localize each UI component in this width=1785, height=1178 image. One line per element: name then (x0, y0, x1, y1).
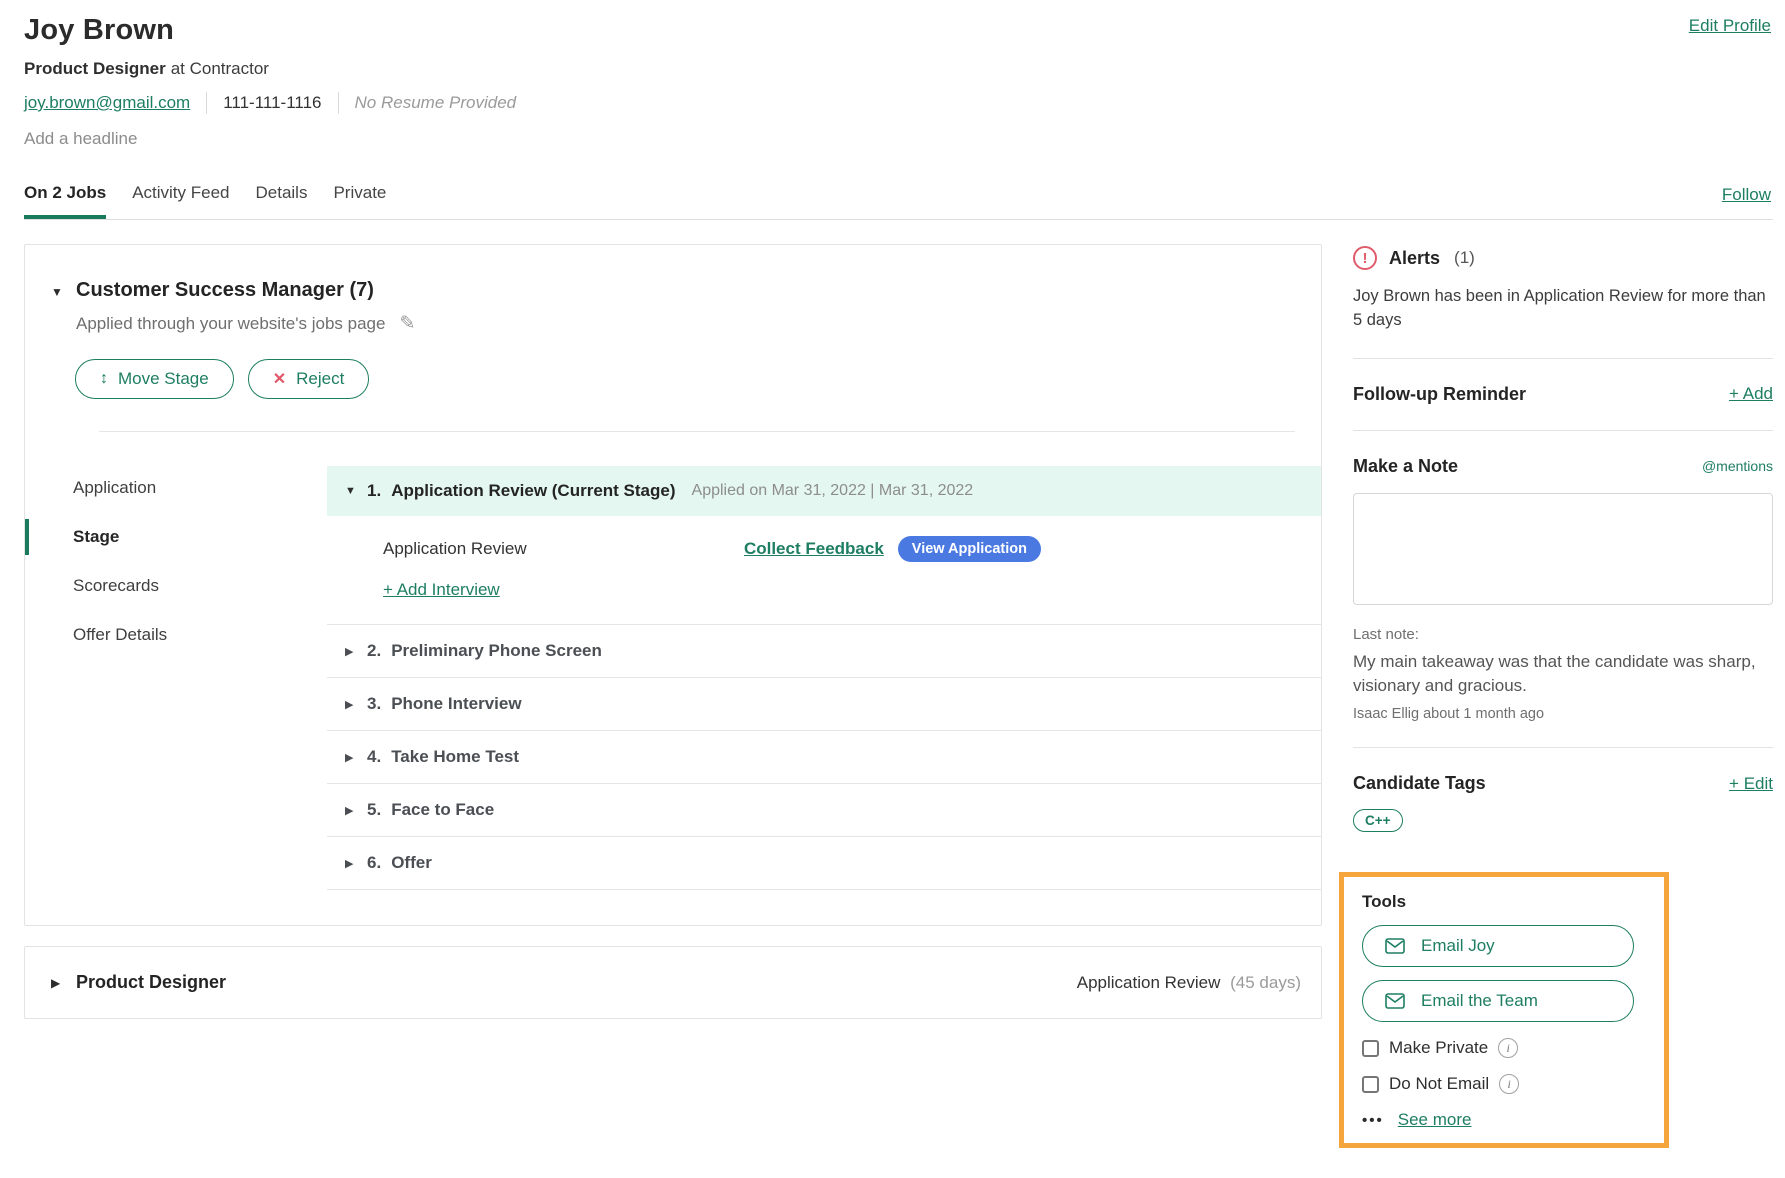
caret-down-icon[interactable]: ▼ (345, 485, 367, 497)
job-card-customer-success-manager: ▼ Customer Success Manager (7) Applied t… (24, 244, 1322, 926)
email-candidate-button[interactable]: Email Joy (1362, 925, 1634, 967)
move-stage-button[interactable]: ↕ Move Stage (75, 359, 234, 399)
sidebar: ! Alerts (1) Joy Brown has been in Appli… (1353, 244, 1773, 1148)
jobs-column: ▼ Customer Success Manager (7) Applied t… (24, 244, 1322, 1019)
info-icon[interactable]: i (1499, 1074, 1519, 1094)
stage-row-take-home-test[interactable]: ▶ 4. Take Home Test (327, 730, 1321, 783)
candidate-email-link[interactable]: joy.brown@gmail.com (24, 93, 190, 113)
edit-source-pencil-icon[interactable]: ✎ (399, 312, 415, 335)
divider (1353, 430, 1773, 431)
move-stage-arrows-icon: ↕ (100, 370, 108, 388)
follow-link[interactable]: Follow (1722, 185, 1771, 219)
interview-name: Application Review (383, 539, 527, 559)
nav-item-offer-details[interactable]: Offer Details (73, 625, 327, 645)
stage-row-preliminary-phone-screen[interactable]: ▶ 2. Preliminary Phone Screen (327, 624, 1321, 677)
stage-title: Application Review (Current Stage) (391, 481, 675, 501)
collapse-caret-down-icon[interactable]: ▼ (51, 285, 76, 299)
job-title: Product Designer (76, 972, 226, 993)
more-dots-icon: ••• (1362, 1112, 1384, 1129)
alert-message: Joy Brown has been in Application Review… (1353, 285, 1773, 333)
last-note-label: Last note: (1353, 626, 1773, 643)
reject-x-icon: ✕ (273, 369, 286, 389)
divider (1353, 358, 1773, 359)
current-stage-name: Application Review (1077, 973, 1221, 992)
edit-tags-link[interactable]: + Edit (1729, 774, 1773, 794)
stage-row-phone-interview[interactable]: ▶ 3. Phone Interview (327, 677, 1321, 730)
make-private-checkbox[interactable] (1362, 1040, 1379, 1057)
add-headline-button[interactable]: Add a headline (24, 129, 1773, 149)
caret-right-icon[interactable]: ▶ (51, 976, 76, 990)
current-stage-row[interactable]: ▼ 1. Application Review (Current Stage) … (327, 466, 1321, 516)
note-textarea[interactable] (1353, 493, 1773, 605)
nav-item-stage[interactable]: Stage (73, 527, 327, 547)
collect-feedback-link[interactable]: Collect Feedback (744, 539, 884, 559)
candidate-role: Product Designer (24, 59, 166, 78)
alert-icon: ! (1353, 246, 1377, 270)
envelope-icon (1385, 938, 1405, 954)
do-not-email-checkbox[interactable] (1362, 1076, 1379, 1093)
caret-right-icon: ▶ (345, 751, 367, 764)
last-note-author: Isaac Ellig about 1 month ago (1353, 706, 1773, 722)
info-icon[interactable]: i (1498, 1038, 1518, 1058)
make-a-note-heading: Make a Note (1353, 456, 1458, 477)
application-source: Applied through your website's jobs page (76, 314, 385, 334)
divider (206, 92, 207, 114)
add-interview-link[interactable]: + Add Interview (383, 580, 500, 600)
candidate-tags-heading: Candidate Tags (1353, 773, 1486, 794)
caret-right-icon: ▶ (345, 645, 367, 658)
alerts-heading: Alerts (1389, 248, 1440, 269)
candidate-tag[interactable]: C++ (1353, 809, 1403, 832)
stages-list: ▼ 1. Application Review (Current Stage) … (327, 466, 1321, 890)
nav-item-scorecards[interactable]: Scorecards (73, 576, 327, 596)
tab-bar: On 2 Jobs Activity Feed Details Private … (24, 177, 1773, 220)
nav-item-application[interactable]: Application (73, 478, 327, 498)
see-more-link[interactable]: See more (1398, 1110, 1472, 1130)
tab-on-jobs[interactable]: On 2 Jobs (24, 177, 106, 219)
divider (1353, 747, 1773, 748)
add-reminder-link[interactable]: + Add (1729, 384, 1773, 404)
make-private-label: Make Private (1389, 1038, 1488, 1058)
tab-private[interactable]: Private (333, 177, 386, 219)
mentions-link[interactable]: @mentions (1702, 458, 1773, 474)
last-note-text: My main takeaway was that the candidate … (1353, 650, 1773, 699)
days-in-stage: (45 days) (1230, 973, 1301, 992)
divider (338, 92, 339, 114)
alerts-count: (1) (1454, 248, 1475, 268)
email-team-button[interactable]: Email the Team (1362, 980, 1634, 1022)
stage-row-offer[interactable]: ▶ 6. Offer (327, 836, 1321, 890)
tools-section-highlighted: Tools Email Joy Email the Team (1339, 872, 1669, 1148)
stage-row-face-to-face[interactable]: ▶ 5. Face to Face (327, 783, 1321, 836)
do-not-email-label: Do Not Email (1389, 1074, 1489, 1094)
reject-button[interactable]: ✕ Reject (248, 359, 370, 399)
stage-number: 1. (367, 481, 381, 501)
contact-line: joy.brown@gmail.com 111-111-1116 No Resu… (24, 92, 1773, 114)
candidate-profile-page: Edit Profile Joy Brown Product Designer a… (0, 0, 1785, 1178)
job-card-product-designer[interactable]: ▶ Product Designer Application Review (4… (24, 946, 1322, 1019)
caret-right-icon: ▶ (345, 698, 367, 711)
candidate-role-line: Product Designer at Contractor (24, 59, 1773, 79)
followup-reminder-heading: Follow-up Reminder (1353, 384, 1526, 405)
caret-right-icon: ▶ (345, 804, 367, 817)
job-section-nav: Application Stage Scorecards Offer Detai… (73, 466, 327, 890)
resume-status: No Resume Provided (355, 93, 517, 113)
envelope-icon (1385, 993, 1405, 1009)
tab-details[interactable]: Details (256, 177, 308, 219)
stage-applied-dates: Applied on Mar 31, 2022 | Mar 31, 2022 (692, 482, 974, 500)
view-application-button[interactable]: View Application (898, 536, 1041, 562)
job-title: Customer Success Manager (7) (76, 279, 374, 302)
caret-right-icon: ▶ (345, 857, 367, 870)
candidate-phone: 111-111-1116 (223, 93, 321, 113)
candidate-company: at Contractor (171, 59, 269, 78)
tab-activity-feed[interactable]: Activity Feed (132, 177, 229, 219)
edit-profile-link[interactable]: Edit Profile (1689, 16, 1771, 36)
tools-heading: Tools (1362, 892, 1650, 912)
page-title: Joy Brown (24, 14, 1773, 47)
